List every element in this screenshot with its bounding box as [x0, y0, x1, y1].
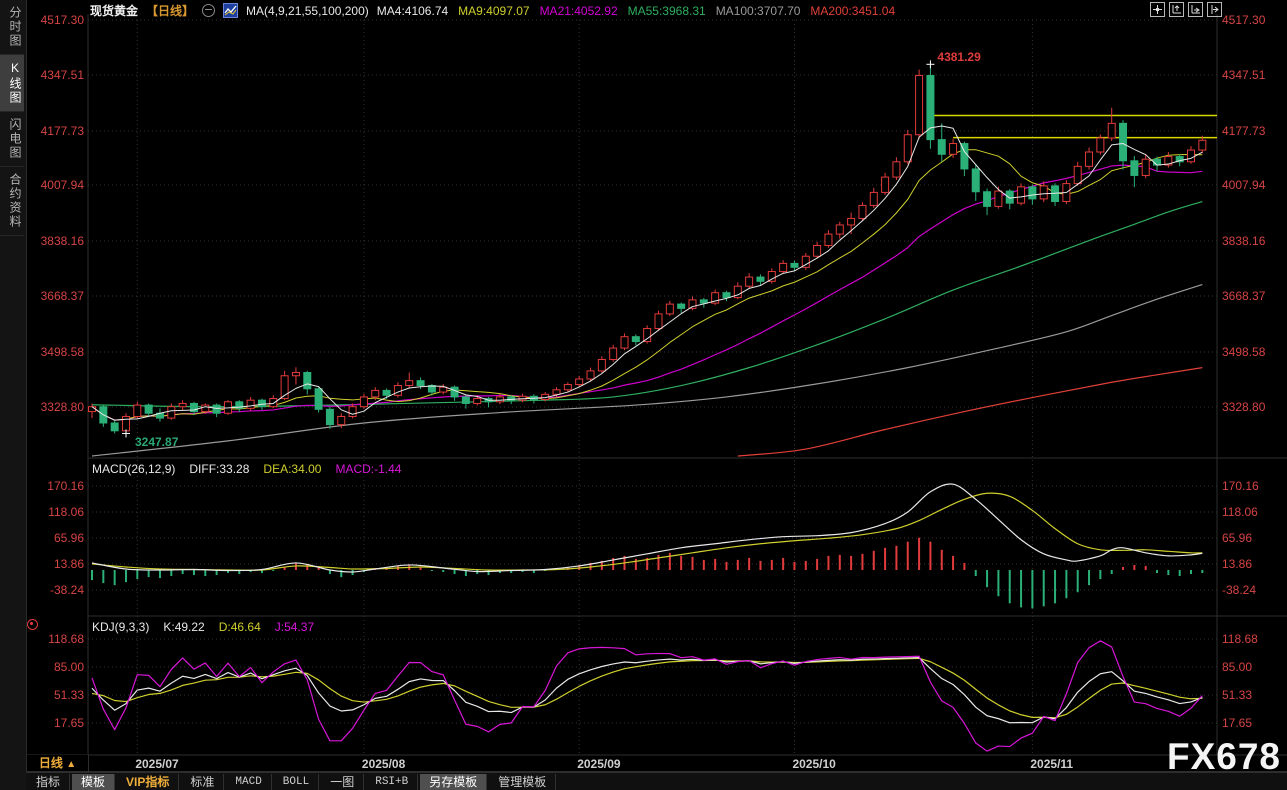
kdj-axis-label-right-0: 118.68: [1222, 632, 1258, 646]
toolbar-item-6[interactable]: 一图: [321, 773, 365, 790]
toolbar-item-3[interactable]: 标准: [181, 773, 225, 790]
ma-value-0: MA4:4106.74: [376, 3, 449, 18]
ma-value-1: MA9:4097.07: [458, 3, 530, 18]
collapse-minus-icon[interactable]: [202, 4, 216, 17]
toolbar-item-5[interactable]: BOLL: [274, 773, 320, 790]
sidebar-tab-1[interactable]: K线图: [0, 55, 24, 112]
macd-axis-label-right-3: 13.86: [1222, 557, 1253, 571]
macd-axis-label-right-1: 118.06: [1222, 505, 1258, 519]
chart-header: 现货黄金 【日线】 MA(4,9,21,55,100,200) MA4:4106…: [90, 3, 895, 18]
toolbar-item-4[interactable]: MACD: [226, 773, 272, 790]
scale-horizontal-icon[interactable]: [1188, 2, 1203, 17]
kdj-axis-label-right-2: 51.33: [1222, 688, 1253, 702]
period-tag: 【日线】: [146, 4, 195, 18]
kdj-title-value-1: D:46.64: [218, 620, 261, 634]
indicator-dot-icon[interactable]: [27, 619, 38, 630]
ma-value-4: MA100:3707.70: [715, 3, 801, 18]
macd-axis-label-left-1: 118.06: [48, 505, 84, 519]
price-axis-label-left-4: 3838.16: [40, 234, 84, 248]
price-axis-label-left-5: 3668.37: [40, 289, 84, 303]
high-price-annotation: 4381.29: [937, 50, 981, 65]
kdj-axis-label-left-3: 17.65: [53, 716, 84, 730]
price-axis-label-right-5: 3668.37: [1222, 289, 1266, 303]
price-axis-label-left-3: 4007.94: [40, 178, 84, 192]
scale-vertical-icon[interactable]: [1169, 2, 1184, 17]
toolbar-item-0[interactable]: 指标: [27, 773, 71, 790]
price-axis-label-left-1: 4347.51: [40, 68, 84, 82]
period-selector-label: 日线: [38, 756, 63, 770]
low-price-annotation: 3247.87: [134, 435, 179, 450]
crosshair-icon[interactable]: [1150, 2, 1165, 17]
triangle-up-icon: ▲: [66, 759, 77, 770]
toolbar-item-1[interactable]: 模板: [72, 773, 116, 790]
macd-title-value-1: DEA:34.00: [263, 462, 322, 476]
price-axis-label-right-2: 4177.73: [1222, 124, 1266, 138]
toolbar-item-9[interactable]: 管理模板: [489, 773, 557, 790]
ma-values: MA4:4106.74 MA9:4097.07 MA21:4052.92 MA55:3…: [377, 4, 895, 18]
kdj-title: KDJ(9,3,3): [92, 620, 150, 634]
pan-right-icon[interactable]: [1207, 2, 1222, 17]
price-axis-label-right-7: 3328.80: [1222, 400, 1266, 414]
sidebar-tab-2[interactable]: 闪电图: [0, 112, 24, 167]
trading-app-window: 分时图 K线图 闪电图 合约资料 现货黄金 【日线】 MA(4,9,21,55,100…: [0, 0, 1287, 790]
kdj-axis-label-left-1: 85.00: [53, 660, 84, 674]
kdj-axis-label-left-2: 51.33: [53, 688, 84, 702]
macd-axis-label-right-2: 65.96: [1222, 531, 1253, 545]
period-selector[interactable]: 日线 ▲: [27, 755, 89, 771]
chart-type-sidebar: 分时图 K线图 闪电图 合约资料: [0, 0, 27, 790]
date-label-1: 2025/08: [361, 757, 406, 771]
macd-title: MACD(26,12,9): [92, 462, 176, 476]
date-label-2: 2025/09: [577, 757, 621, 771]
macd-axis-label-left-4: -38.24: [49, 583, 84, 597]
toolbar-item-2[interactable]: VIP指标: [117, 773, 180, 790]
sidebar-tab-0[interactable]: 分时图: [0, 0, 24, 55]
macd-title-value-0: DIFF:33.28: [189, 462, 250, 476]
macd-axis-label-left-3: 13.86: [53, 557, 84, 571]
toolbar-item-8[interactable]: 另存模板: [420, 773, 488, 790]
watermark: FX678: [1166, 736, 1281, 777]
chart-scale-controls: [1150, 2, 1222, 17]
price-axis-label-right-0: 4517.30: [1222, 13, 1266, 27]
ma-group-label: MA(4,9,21,55,100,200): [246, 3, 369, 18]
price-axis-label-left-6: 3498.58: [40, 345, 84, 359]
date-label-0: 2025/07: [135, 757, 179, 771]
symbol-name: 现货黄金: [90, 4, 139, 18]
price-axis-label-left-7: 3328.80: [40, 400, 84, 414]
chart-canvas[interactable]: [0, 0, 1287, 790]
mini-chart-icon[interactable]: [223, 3, 239, 18]
price-axis-label-right-1: 4347.51: [1222, 68, 1266, 82]
price-axis-label-left-2: 4177.73: [40, 124, 84, 138]
kdj-panel-header: KDJ(9,3,3) K:49.22 D:46.64 J:54.37: [92, 620, 314, 634]
toolbar-item-7[interactable]: RSI+B: [366, 773, 419, 790]
kdj-axis-label-right-3: 17.65: [1222, 716, 1253, 730]
macd-title-value-2: MACD:-1.44: [335, 462, 402, 476]
ma-value-2: MA21:4052.92: [539, 3, 618, 18]
macd-axis-label-left-0: 170.16: [47, 479, 84, 493]
kdj-axis-label-right-1: 85.00: [1222, 660, 1253, 674]
kdj-axis-label-left-0: 118.68: [48, 632, 84, 646]
price-axis-label-right-4: 3838.16: [1222, 234, 1266, 248]
macd-axis-label-left-2: 65.96: [53, 531, 84, 545]
macd-panel-header: MACD(26,12,9) DIFF:33.28 DEA:34.00 MACD:-1…: [92, 462, 401, 476]
ma-value-5: MA200:3451.04: [810, 3, 896, 18]
kdj-title-value-0: K:49.22: [163, 620, 205, 634]
sidebar-tab-3[interactable]: 合约资料: [0, 167, 24, 236]
price-axis-label-left-0: 4517.30: [40, 13, 84, 27]
bottom-toolbar: 指标 模板 VIP指标 标准 MACD BOLL 一图 RSI+B 另存模板 管理模板: [26, 772, 1287, 790]
macd-axis-label-right-0: 170.16: [1222, 479, 1259, 493]
ma-value-3: MA55:3968.31: [627, 3, 706, 18]
price-axis-label-right-6: 3498.58: [1222, 345, 1266, 359]
date-label-3: 2025/10: [792, 757, 836, 771]
date-label-4: 2025/11: [1030, 757, 1074, 771]
macd-axis-label-right-4: -38.24: [1222, 583, 1257, 597]
price-axis-label-right-3: 4007.94: [1222, 178, 1266, 192]
kdj-title-value-2: J:54.37: [274, 620, 315, 634]
